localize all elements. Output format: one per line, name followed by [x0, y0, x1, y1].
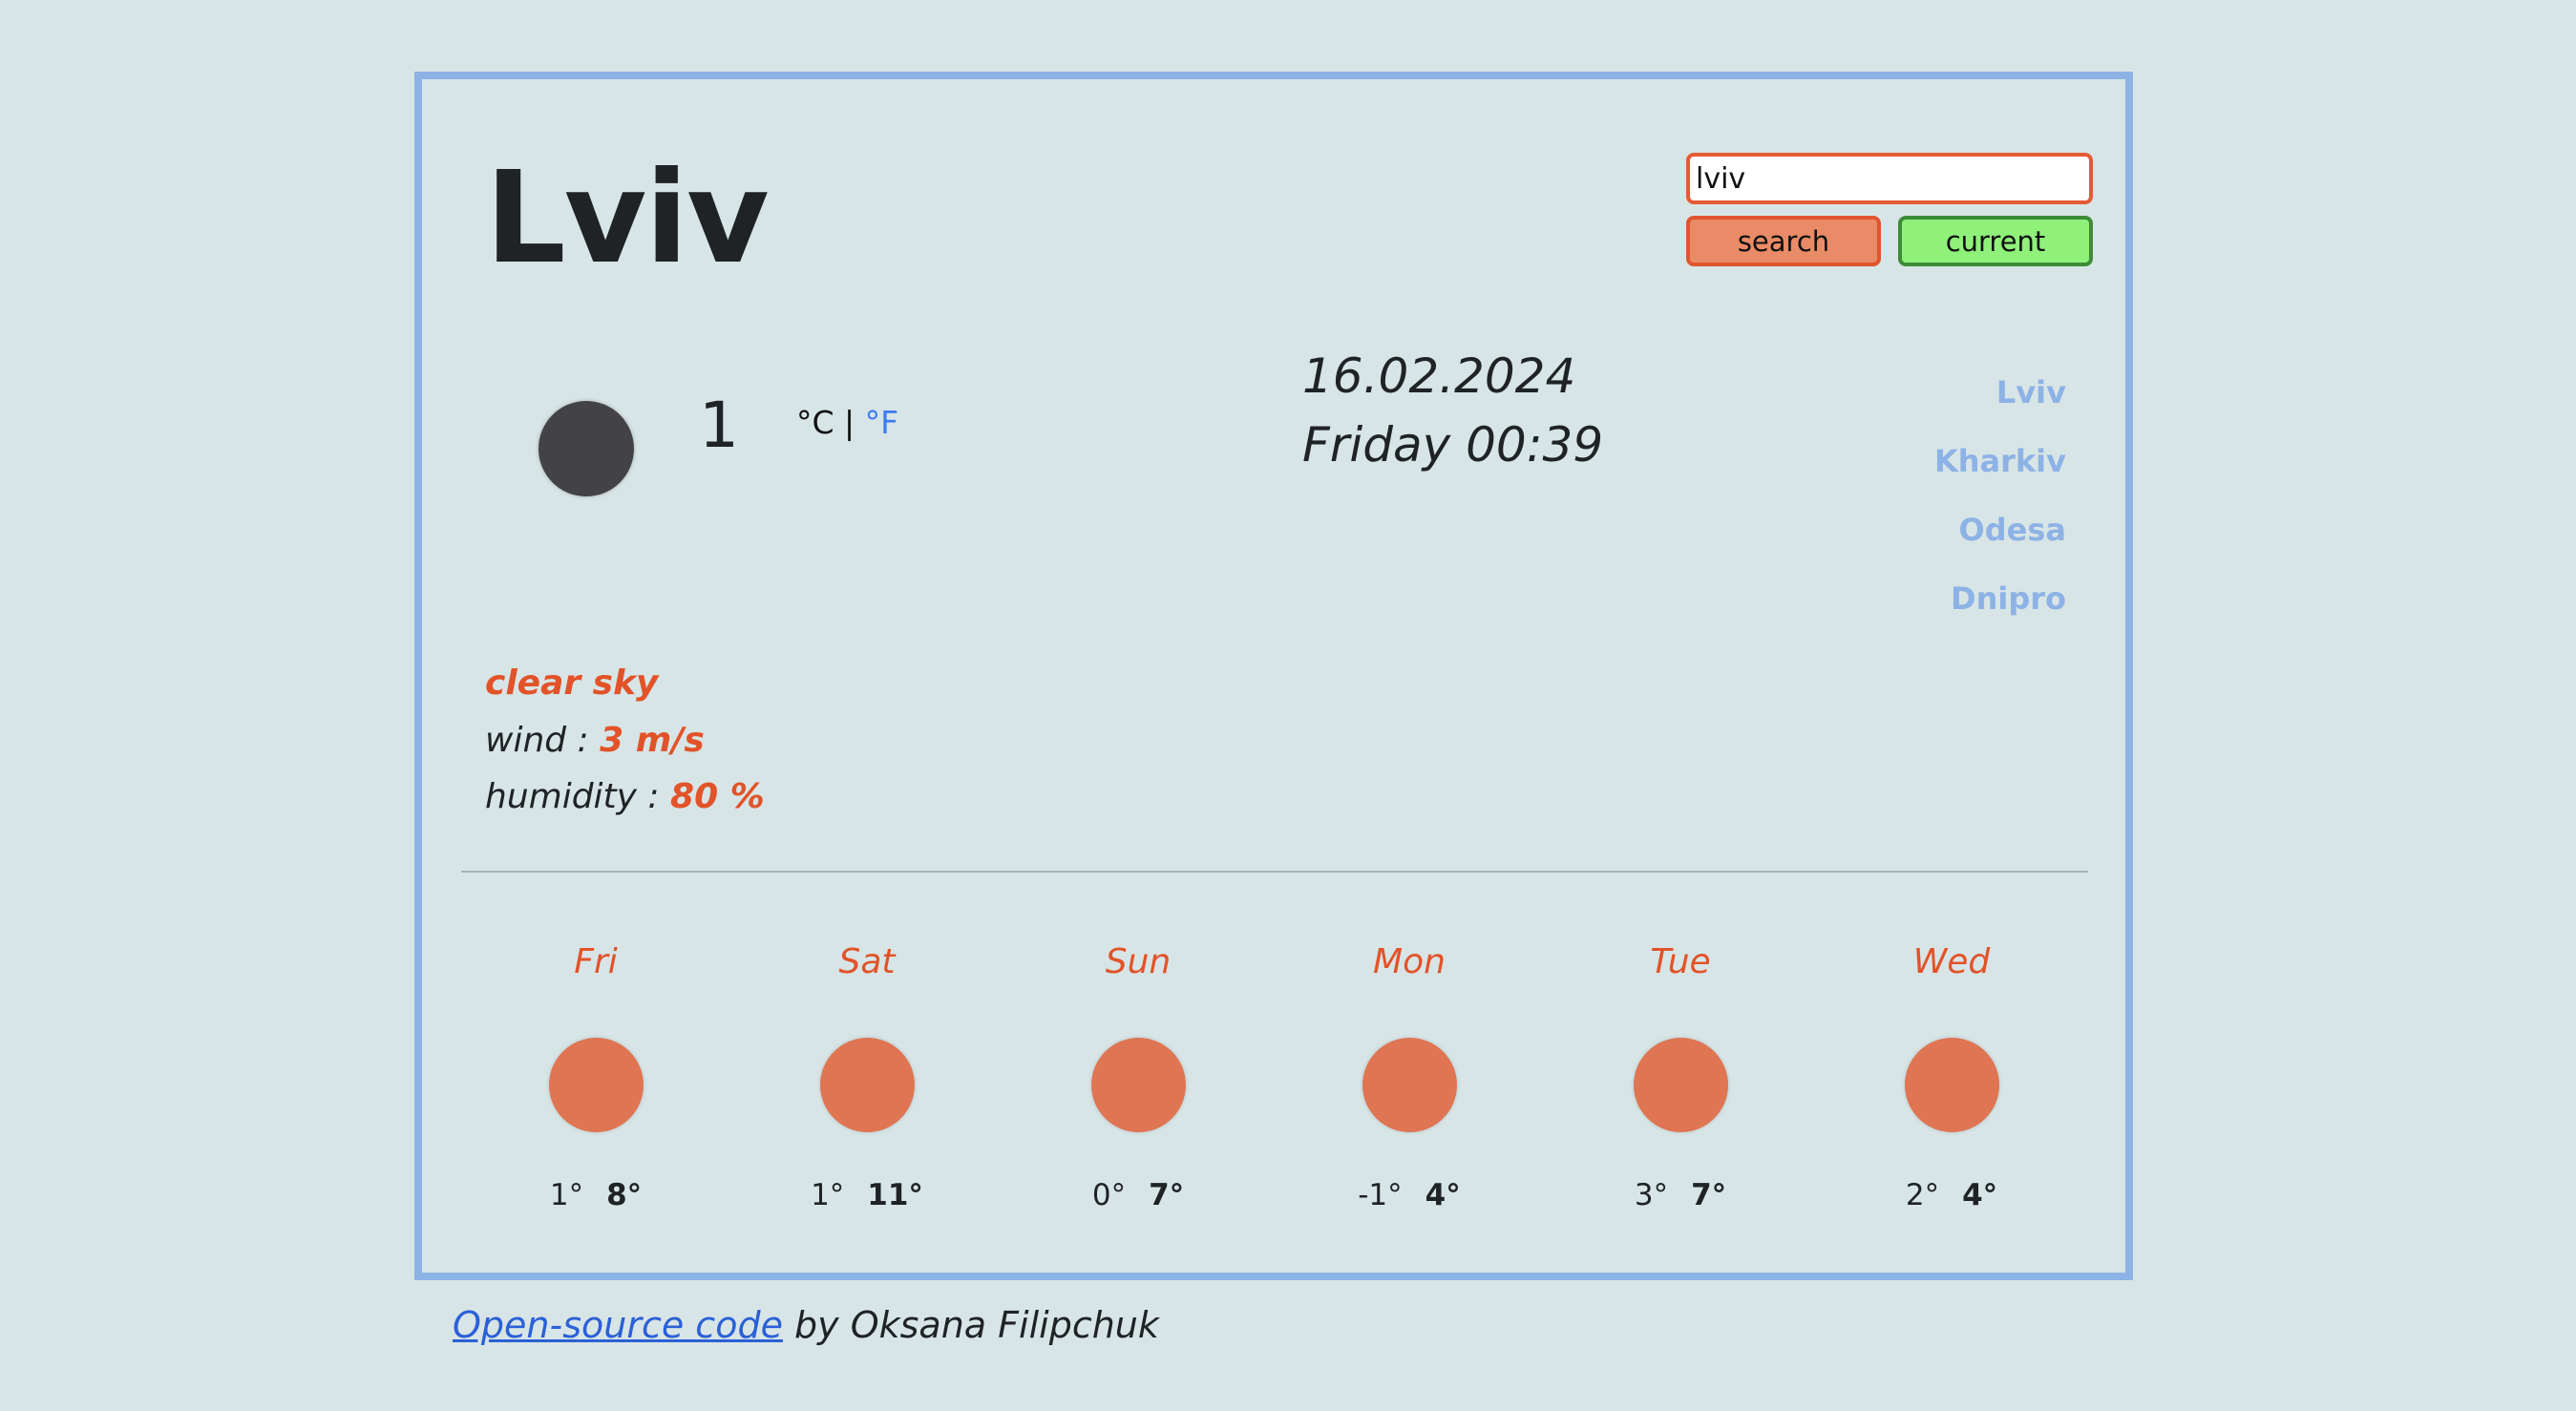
forecast-day-name: Fri [574, 942, 618, 981]
forecast-temps: 0° 7° [1003, 1178, 1274, 1212]
sun-icon [548, 1038, 644, 1132]
forecast-temps: 1° 8° [460, 1178, 731, 1212]
forecast-day-name: Mon [1373, 942, 1446, 981]
forecast-day-name: Sun [1105, 942, 1172, 981]
sun-icon [1362, 1038, 1457, 1132]
source-code-link[interactable]: Open-source code [453, 1304, 783, 1346]
fahrenheit-link[interactable]: °F [865, 404, 898, 441]
unit-switch: °C | °F [796, 404, 898, 441]
forecast-max: 11° [867, 1178, 923, 1212]
weather-description: clear sky [485, 663, 659, 703]
footer: Open-source code by Oksana Filipchuk [453, 1304, 1159, 1346]
forecast-day: Sun 0° 7° [1003, 900, 1274, 1212]
forecast-temps: 2° 4° [1816, 1178, 2087, 1212]
wind-value: 3 m/s [600, 721, 705, 760]
humidity-value: 80 % [670, 777, 765, 816]
forecast-max: 7° [1691, 1178, 1727, 1212]
city-link-odesa[interactable]: Odesa [1934, 495, 2066, 564]
current-temperature: 1 [699, 389, 739, 462]
unit-separator: | [844, 404, 855, 441]
city-link-lviv[interactable]: Lviv [1934, 358, 2066, 427]
forecast-max: 7° [1149, 1178, 1185, 1212]
forecast-min: 3° [1634, 1178, 1669, 1212]
wind-label: wind : [485, 721, 589, 760]
forecast-day: Tue 3° 7° [1545, 900, 1816, 1212]
forecast-temps: -1° 4° [1274, 1178, 1545, 1212]
forecast-day-name: Tue [1650, 942, 1711, 981]
footer-author: by Oksana Filipchuk [782, 1304, 1159, 1346]
sun-icon [1904, 1038, 1999, 1132]
forecast: Fri 1° 8° Sat 1° 11° Sun 0° 7° Mon -1° 4° Tue 3° 7° Wed… [422, 900, 2125, 1263]
sun-icon [1090, 1038, 1186, 1132]
forecast-max: 8° [606, 1178, 643, 1212]
forecast-min: -1° [1358, 1178, 1403, 1212]
current-location-button[interactable]: current [1898, 216, 2093, 266]
current-day-time: Friday 00:39 [1302, 417, 1604, 473]
forecast-day: Fri 1° 8° [460, 900, 731, 1212]
forecast-min: 1° [811, 1178, 845, 1212]
city-links: Lviv Kharkiv Odesa Dnipro [1934, 358, 2066, 633]
forecast-max: 4° [1425, 1178, 1461, 1212]
forecast-max: 4° [1962, 1178, 1998, 1212]
forecast-day: Wed 2° 4° [1816, 900, 2087, 1212]
celsius-unit[interactable]: °C [796, 404, 834, 441]
weather-card: Lviv search current 1 °C | °F 16.02.2024… [414, 72, 2133, 1280]
forecast-min: 0° [1091, 1178, 1127, 1212]
humidity-info: humidity : 80 % [485, 777, 765, 816]
current-date: 16.02.2024 [1302, 348, 1576, 404]
search-button[interactable]: search [1686, 216, 1881, 266]
forecast-day-name: Sat [838, 942, 896, 981]
moon-icon [538, 401, 634, 496]
forecast-day: Sat 1° 11° [731, 900, 1003, 1212]
divider [461, 871, 2088, 873]
city-link-dnipro[interactable]: Dnipro [1934, 564, 2066, 633]
city-title: Lviv [485, 145, 770, 292]
forecast-min: 2° [1905, 1178, 1940, 1212]
wind-info: wind : 3 m/s [485, 721, 705, 760]
city-link-kharkiv[interactable]: Kharkiv [1934, 427, 2066, 495]
forecast-min: 1° [549, 1178, 584, 1212]
forecast-temps: 1° 11° [731, 1178, 1003, 1212]
search-input[interactable] [1686, 153, 2093, 204]
sun-icon [819, 1038, 915, 1132]
humidity-label: humidity : [485, 777, 660, 816]
forecast-day-name: Wed [1912, 942, 1991, 981]
sun-icon [1633, 1038, 1728, 1132]
forecast-temps: 3° 7° [1545, 1178, 1816, 1212]
forecast-day: Mon -1° 4° [1274, 900, 1545, 1212]
